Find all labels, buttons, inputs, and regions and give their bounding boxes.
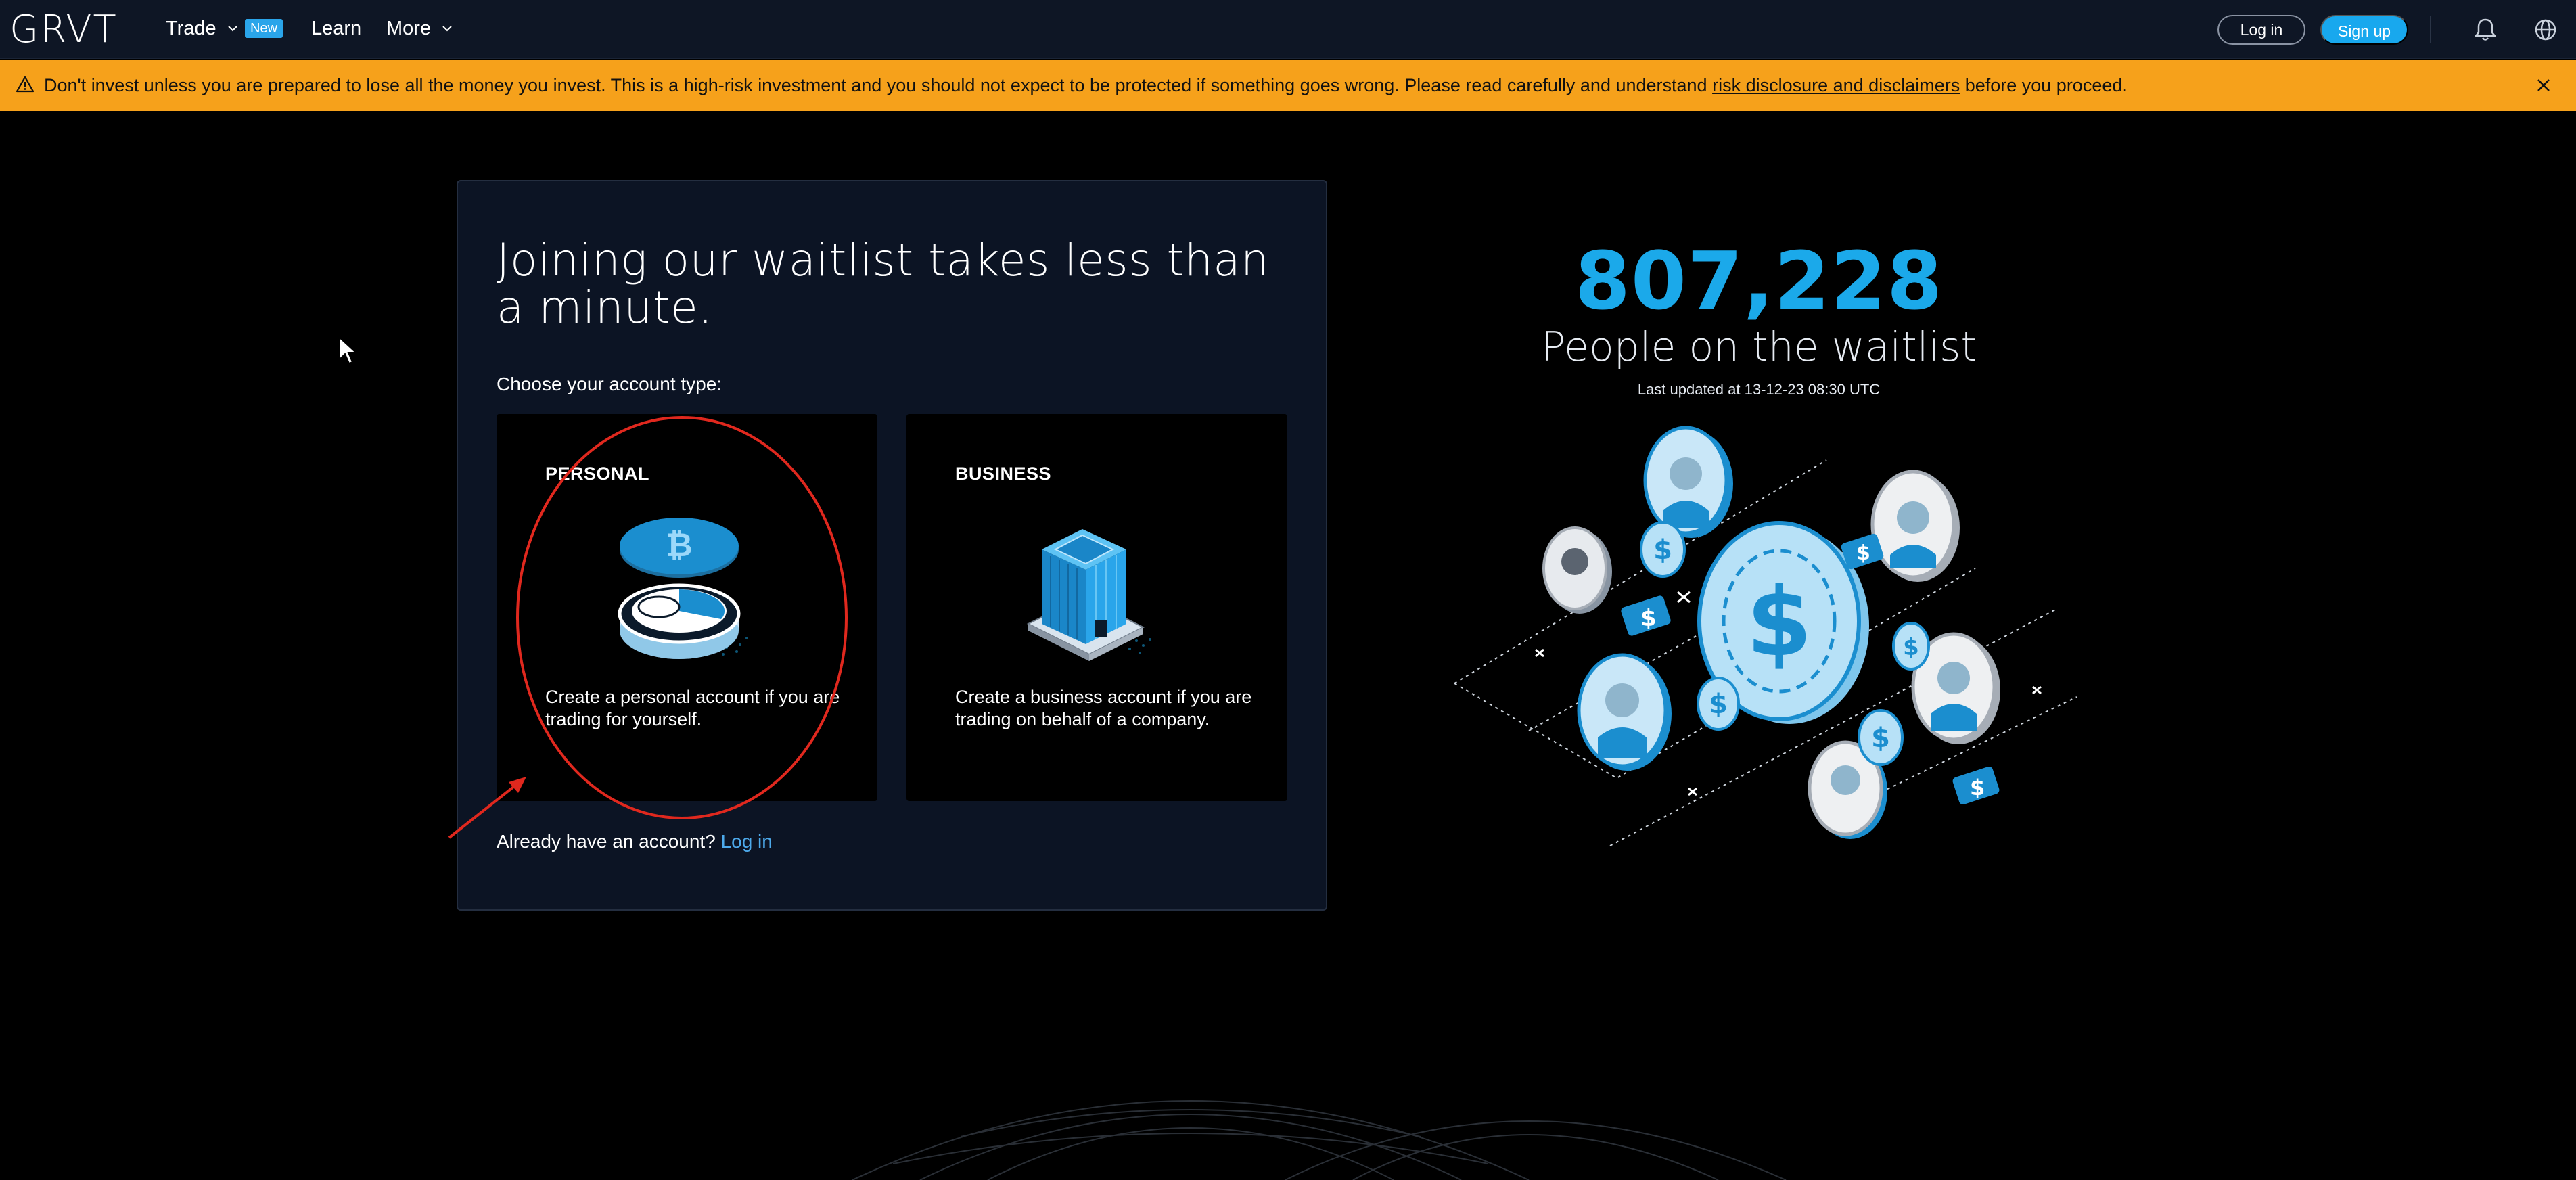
last-updated-text: Last updated at 13-12-23 08:30 UTC bbox=[1637, 381, 1881, 398]
svg-text:$: $ bbox=[1903, 634, 1919, 661]
risk-warning-banner: Don't invest unless you are prepared to … bbox=[0, 60, 2576, 111]
waitlist-card: Joining our waitlist takes less than a m… bbox=[457, 180, 1327, 911]
svg-text:$: $ bbox=[1856, 541, 1870, 565]
page: GRVT Trade New Learn More Log in Sign up bbox=[0, 0, 2576, 1180]
nav-more-label: More bbox=[386, 18, 432, 39]
card-login-link[interactable]: Log in bbox=[721, 831, 773, 852]
svg-text:$: $ bbox=[1970, 775, 1985, 800]
personal-account-description: Create a personal account if you are tra… bbox=[545, 687, 840, 729]
banner-text-after: before you proceed. bbox=[1960, 75, 2128, 95]
globe-icon[interactable] bbox=[2531, 15, 2560, 45]
nav-learn-label: Learn bbox=[311, 18, 362, 39]
waitlist-coins-illustration: $ $$$$ $ $ $ bbox=[1454, 426, 2077, 846]
already-have-account-text: Already have an account? bbox=[497, 831, 716, 852]
bell-icon[interactable] bbox=[2470, 15, 2500, 45]
background-globe-decoration bbox=[852, 1100, 1787, 1180]
waitlist-count: 807,228 bbox=[1574, 234, 1944, 327]
svg-text:$: $ bbox=[1871, 723, 1890, 754]
svg-text:$: $ bbox=[1746, 568, 1812, 678]
new-badge: New bbox=[245, 19, 283, 38]
chevron-down-icon bbox=[442, 26, 452, 32]
warning-icon bbox=[16, 76, 34, 93]
nav-trade-menu[interactable]: Trade bbox=[166, 15, 239, 42]
logo[interactable]: GRVT bbox=[9, 11, 118, 49]
banner-text-before: Don't invest unless you are prepared to … bbox=[44, 75, 1713, 95]
risk-disclosure-link[interactable]: risk disclosure and disclaimers bbox=[1712, 75, 1960, 95]
mouse-cursor-icon bbox=[339, 336, 358, 365]
nav-learn-link[interactable]: Learn bbox=[311, 15, 361, 42]
banner-text: Don't invest unless you are prepared to … bbox=[44, 72, 2128, 99]
nav-divider bbox=[2430, 16, 2431, 43]
business-building-illustration bbox=[1026, 529, 1151, 661]
personal-coin-illustration: ₿ bbox=[618, 518, 748, 659]
svg-text:$: $ bbox=[1709, 689, 1728, 720]
waitlist-title: Joining our waitlist takes less than a m… bbox=[497, 234, 1270, 334]
already-have-account: Already have an account? Log in bbox=[497, 830, 773, 854]
top-navbar: GRVT Trade New Learn More Log in Sign up bbox=[0, 0, 2576, 59]
svg-text:$: $ bbox=[1653, 535, 1672, 566]
login-button[interactable]: Log in bbox=[2217, 15, 2305, 45]
business-account-option[interactable]: BUSINESS Create a business account if yo… bbox=[906, 414, 1287, 801]
nav-more-menu[interactable]: More bbox=[386, 15, 454, 42]
svg-text:$: $ bbox=[1640, 605, 1657, 632]
signup-button[interactable]: Sign up bbox=[2320, 15, 2408, 45]
business-account-description: Create a business account if you are tra… bbox=[955, 687, 1252, 729]
business-account-title: BUSINESS bbox=[955, 463, 1052, 484]
waitlist-count-label: People on the waitlist bbox=[1541, 323, 1977, 371]
svg-text:₿: ₿ bbox=[666, 526, 692, 564]
personal-account-option[interactable]: PERSONAL ₿ Create a personal account if … bbox=[497, 414, 877, 801]
nav-trade-label: Trade bbox=[166, 18, 216, 39]
choose-account-label: Choose your account type: bbox=[497, 373, 722, 394]
chevron-down-icon bbox=[227, 26, 237, 32]
personal-account-title: PERSONAL bbox=[545, 463, 650, 484]
close-icon[interactable] bbox=[2531, 73, 2556, 97]
